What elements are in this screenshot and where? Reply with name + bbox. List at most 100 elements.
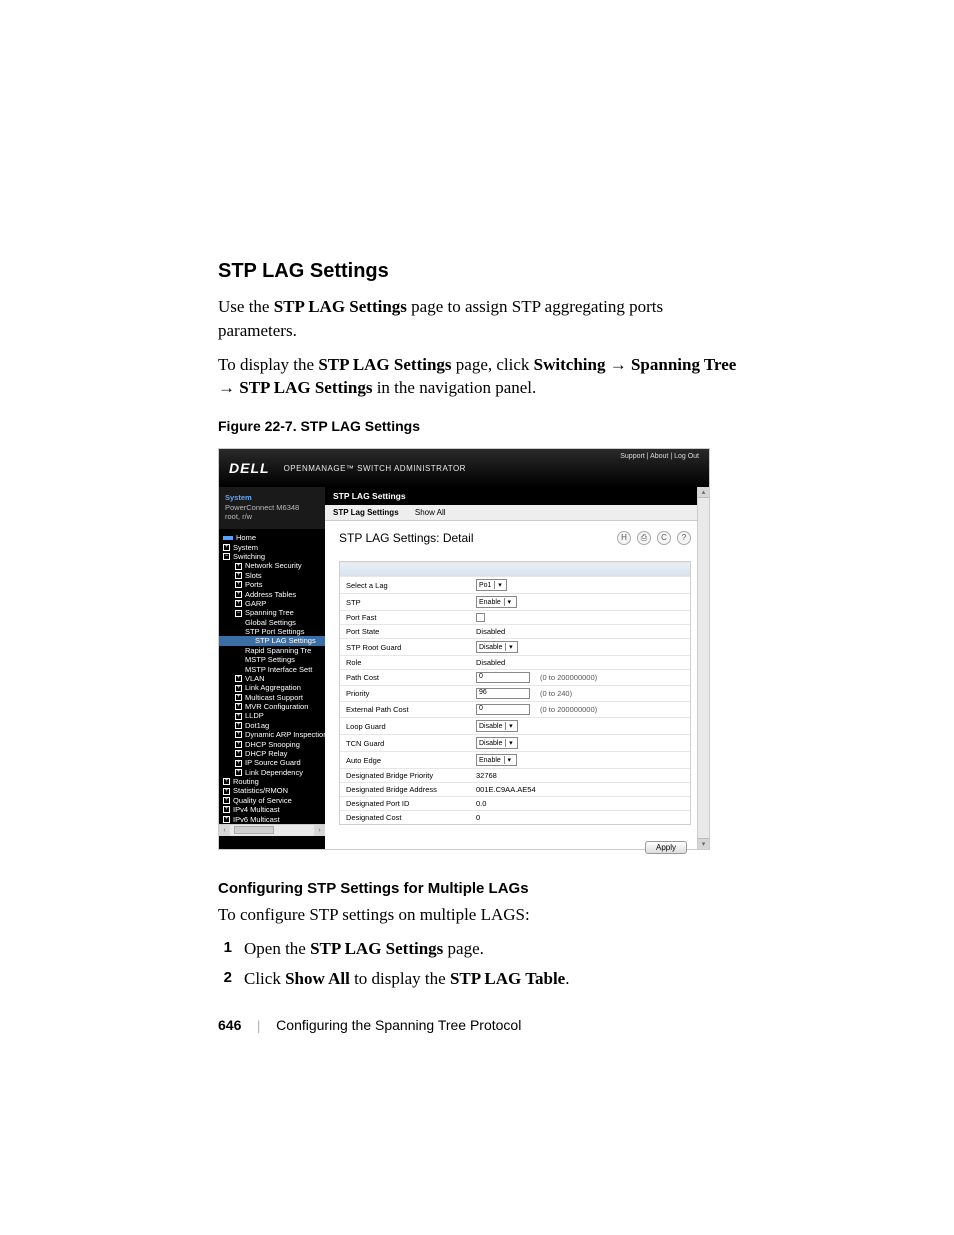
expand-icon[interactable]	[235, 675, 242, 682]
form-row: STPEnable▾	[340, 593, 690, 610]
select-dropdown[interactable]: Disable▾	[476, 720, 518, 732]
nav-item[interactable]: LLDP	[245, 711, 264, 720]
select-dropdown[interactable]: Disable▾	[476, 641, 518, 653]
nav-item[interactable]: GARP	[245, 599, 266, 608]
expand-icon[interactable]	[235, 591, 242, 598]
text-input[interactable]: 0	[476, 672, 530, 683]
text-bold: Switching	[534, 355, 606, 374]
nav-item[interactable]: DHCP Snooping	[245, 740, 300, 749]
expand-icon[interactable]	[235, 741, 242, 748]
nav-item[interactable]: Statistics/RMON	[233, 786, 288, 795]
nav-item[interactable]: Network Security	[245, 561, 302, 570]
nav-item[interactable]: IPv6 Multicast	[233, 815, 280, 824]
nav-item[interactable]: MVR Configuration	[245, 702, 308, 711]
scroll-down-icon[interactable]: ▾	[698, 838, 709, 849]
nav-item[interactable]: STP Port Settings	[245, 627, 304, 636]
refresh-icon[interactable]: C	[657, 531, 671, 545]
expand-icon[interactable]	[235, 731, 242, 738]
text: Click	[244, 969, 285, 988]
expand-icon[interactable]	[223, 816, 230, 823]
expand-icon[interactable]	[235, 722, 242, 729]
expand-icon[interactable]	[223, 544, 230, 551]
select-dropdown[interactable]: Enable▾	[476, 596, 517, 608]
form-row: Select a LagPo1▾	[340, 576, 690, 593]
text-input[interactable]: 0	[476, 704, 530, 715]
home-icon	[223, 536, 233, 540]
expand-icon[interactable]	[235, 750, 242, 757]
nav-item[interactable]: Address Tables	[245, 590, 296, 599]
nav-tree[interactable]: Home System Switching Network Security S…	[219, 529, 325, 824]
scroll-left-icon[interactable]: ‹	[219, 825, 230, 836]
save-icon[interactable]: H	[617, 531, 631, 545]
nav-item[interactable]: MSTP Settings	[245, 655, 295, 664]
text-input[interactable]: 96	[476, 688, 530, 699]
text-bold: STP LAG Settings	[274, 297, 407, 316]
expand-icon[interactable]	[235, 760, 242, 767]
sub-tab-bar: STP Lag Settings Show All	[325, 505, 709, 521]
nav-item[interactable]: Rapid Spanning Tre	[245, 646, 311, 655]
field-label: Auto Edge	[346, 756, 476, 765]
select-dropdown[interactable]: Disable▾	[476, 737, 518, 749]
expand-icon[interactable]	[235, 769, 242, 776]
expand-icon[interactable]	[235, 685, 242, 692]
nav-item[interactable]: Dot1ag	[245, 721, 269, 730]
vertical-scrollbar[interactable]: ▴ ▾	[697, 487, 709, 849]
text: .	[565, 969, 569, 988]
nav-item[interactable]: MSTP Interface Sett	[245, 665, 312, 674]
checkbox[interactable]	[476, 613, 485, 622]
field-hint: (0 to 240)	[540, 689, 572, 698]
expand-icon[interactable]	[223, 797, 230, 804]
nav-system[interactable]: System	[233, 543, 258, 552]
expand-icon[interactable]	[223, 778, 230, 785]
scroll-up-icon[interactable]: ▴	[698, 487, 709, 498]
nav-item[interactable]: IP Source Guard	[245, 758, 301, 767]
help-icon[interactable]: ?	[677, 531, 691, 545]
print-icon[interactable]: ⎙	[637, 531, 651, 545]
text: page, click	[452, 355, 534, 374]
form-row: Designated Port ID0.0	[340, 796, 690, 810]
scroll-right-icon[interactable]: ›	[314, 825, 325, 836]
expand-icon[interactable]	[235, 694, 242, 701]
apply-button[interactable]: Apply	[645, 841, 687, 854]
nav-switching[interactable]: Switching	[233, 552, 265, 561]
collapse-icon[interactable]	[223, 553, 230, 560]
form-row: STP Root GuardDisable▾	[340, 638, 690, 655]
expand-icon[interactable]	[235, 703, 242, 710]
text-bold: STP LAG Table	[450, 969, 565, 988]
banner-links[interactable]: Support | About | Log Out	[620, 453, 699, 460]
nav-item[interactable]: Slots	[245, 571, 262, 580]
nav-home[interactable]: Home	[236, 533, 256, 542]
field-hint: (0 to 200000000)	[540, 705, 597, 714]
nav-item[interactable]: Routing	[233, 777, 259, 786]
nav-item[interactable]: Global Settings	[245, 618, 296, 627]
expand-icon[interactable]	[235, 600, 242, 607]
nav-item[interactable]: DHCP Relay	[245, 749, 287, 758]
collapse-icon[interactable]	[235, 610, 242, 617]
nav-item-selected[interactable]: STP LAG Settings	[255, 636, 316, 645]
select-dropdown[interactable]: Enable▾	[476, 754, 517, 766]
nav-item[interactable]: VLAN	[245, 674, 265, 683]
nav-item[interactable]: IPv4 Multicast	[233, 805, 280, 814]
nav-item[interactable]: Quality of Service	[233, 796, 292, 805]
nav-item[interactable]: Link Aggregation	[245, 683, 301, 692]
nav-item[interactable]: Link Dependency	[245, 768, 303, 777]
scroll-thumb[interactable]	[234, 826, 274, 834]
nav-spanning-tree[interactable]: Spanning Tree	[245, 608, 294, 617]
expand-icon[interactable]	[235, 581, 242, 588]
expand-icon[interactable]	[235, 563, 242, 570]
field-label: Port Fast	[346, 613, 476, 622]
tab-show-all[interactable]: Show All	[415, 508, 446, 517]
field-label: Path Cost	[346, 673, 476, 682]
nav-item[interactable]: Ports	[245, 580, 263, 589]
tab-stp-lag-settings[interactable]: STP Lag Settings	[333, 508, 399, 517]
expand-icon[interactable]	[223, 788, 230, 795]
expand-icon[interactable]	[235, 713, 242, 720]
horizontal-scrollbar[interactable]: ‹ ›	[219, 824, 325, 836]
select-dropdown[interactable]: Po1▾	[476, 579, 507, 591]
nav-item[interactable]: Dynamic ARP Inspection	[245, 730, 325, 739]
expand-icon[interactable]	[223, 806, 230, 813]
step-2: 2 Click Show All to display the STP LAG …	[218, 967, 739, 991]
expand-icon[interactable]	[235, 572, 242, 579]
nav-item[interactable]: Multicast Support	[245, 693, 303, 702]
page-title-bar: STP LAG Settings	[325, 487, 709, 505]
